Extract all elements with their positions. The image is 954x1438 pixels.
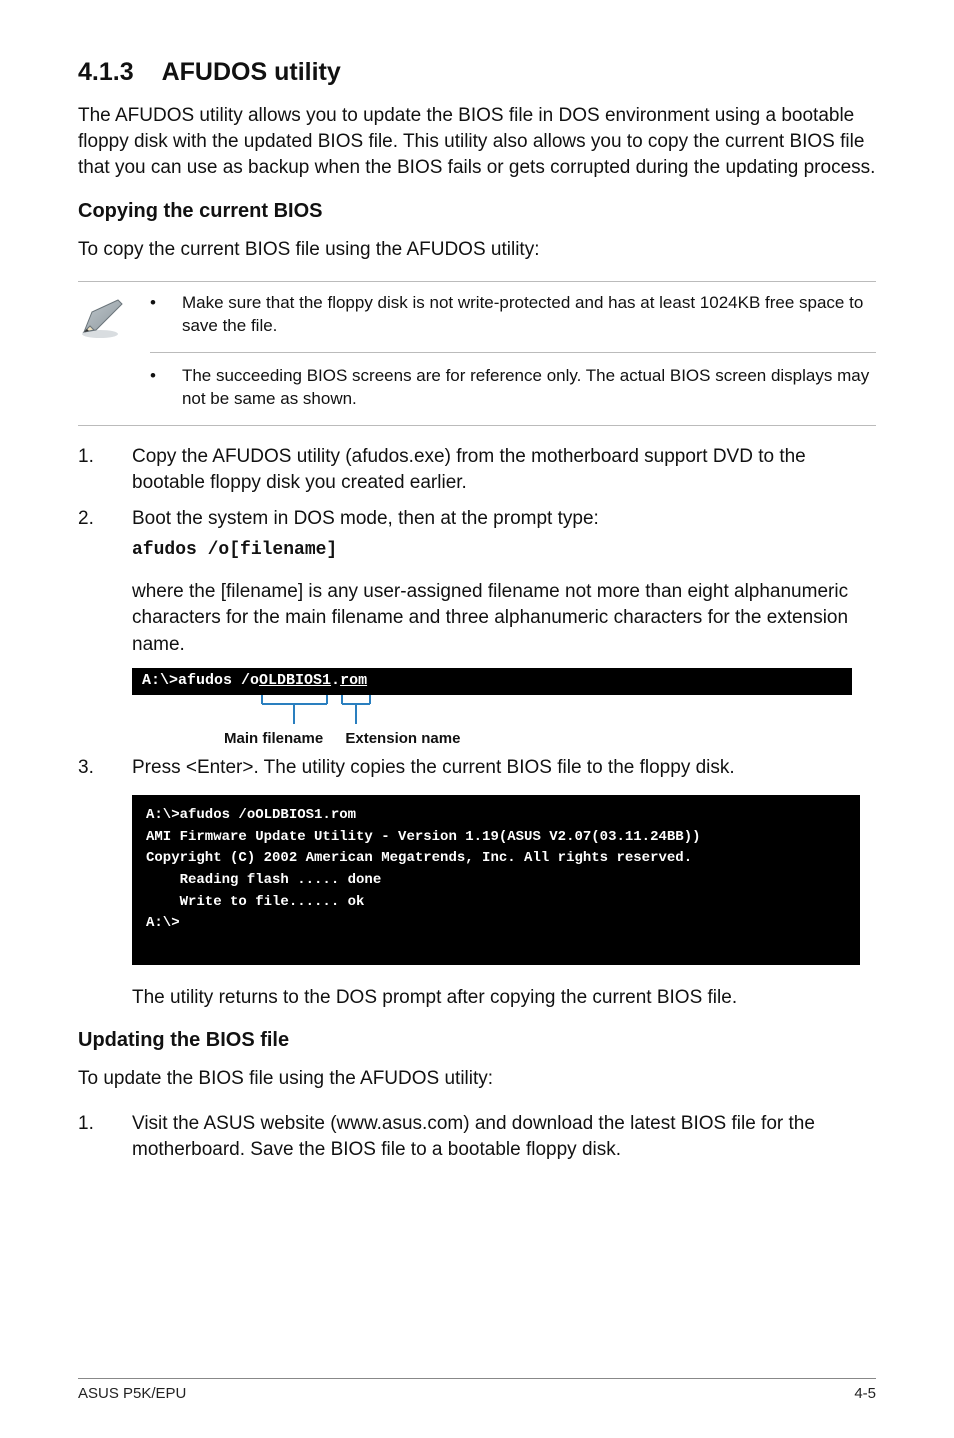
step-text: Visit the ASUS website (www.asus.com) an…	[132, 1111, 876, 1163]
filename-diagram: A:\>afudos /oOLDBIOS1.rom Main filename …	[132, 668, 876, 747]
code-command: afudos /o[filename]	[132, 538, 876, 563]
bullet-icon: •	[150, 292, 156, 338]
step-number: 1.	[78, 1111, 102, 1163]
bullet-icon: •	[150, 365, 156, 411]
diagram-prompt: A:\>afudos /o	[142, 672, 259, 689]
step-text: Copy the AFUDOS utility (afudos.exe) fro…	[132, 444, 876, 496]
section-number: 4.1.3	[78, 58, 134, 87]
update-lead: To update the BIOS file using the AFUDOS…	[78, 1066, 876, 1092]
diagram-ext: rom	[340, 672, 367, 689]
copy-lead: To copy the current BIOS file using the …	[78, 237, 876, 263]
step-3: 3. Press <Enter>. The utility copies the…	[78, 755, 876, 781]
step-number: 2.	[78, 506, 102, 658]
diagram-main: OLDBIOS1	[259, 672, 331, 689]
step-explain: where the [filename] is any user-assigne…	[132, 579, 876, 658]
page-footer: ASUS P5K/EPU 4-5	[78, 1378, 876, 1402]
footer-right: 4-5	[854, 1385, 876, 1402]
note-items: • Make sure that the floppy disk is not …	[150, 292, 876, 411]
section-heading: 4.1.3 AFUDOS utility	[78, 58, 876, 87]
note-block: • Make sure that the floppy disk is not …	[78, 281, 876, 426]
after-terminal-text: The utility returns to the DOS prompt af…	[132, 985, 876, 1011]
section-title: AFUDOS utility	[162, 58, 341, 87]
extension-name-label: Extension name	[345, 730, 460, 747]
update-heading: Updating the BIOS file	[78, 1029, 876, 1052]
note-divider	[150, 352, 876, 353]
note-text: The succeeding BIOS screens are for refe…	[182, 365, 876, 411]
diagram-connectors-icon	[132, 694, 852, 728]
step-text: Boot the system in DOS mode, then at the…	[132, 508, 599, 529]
intro-paragraph: The AFUDOS utility allows you to update …	[78, 103, 876, 182]
note-item: • Make sure that the floppy disk is not …	[150, 292, 876, 338]
step-number: 1.	[78, 444, 102, 496]
page: 4.1.3 AFUDOS utility The AFUDOS utility …	[0, 0, 954, 1438]
diagram-code-bar: A:\>afudos /oOLDBIOS1.rom	[132, 668, 852, 695]
update-step-1: 1. Visit the ASUS website (www.asus.com)…	[78, 1111, 876, 1163]
footer-left: ASUS P5K/EPU	[78, 1385, 186, 1402]
note-item: • The succeeding BIOS screens are for re…	[150, 365, 876, 411]
step-text: Press <Enter>. The utility copies the cu…	[132, 755, 876, 781]
step-number: 3.	[78, 755, 102, 781]
step-1: 1. Copy the AFUDOS utility (afudos.exe) …	[78, 444, 876, 496]
terminal-output: A:\>afudos /oOLDBIOS1.rom AMI Firmware U…	[132, 795, 860, 965]
diagram-dot: .	[331, 672, 340, 689]
main-filename-label: Main filename	[224, 730, 323, 747]
step-2: 2. Boot the system in DOS mode, then at …	[78, 506, 876, 658]
step-content: Boot the system in DOS mode, then at the…	[132, 506, 876, 658]
pencil-note-icon	[78, 292, 126, 347]
copy-heading: Copying the current BIOS	[78, 200, 876, 223]
note-text: Make sure that the floppy disk is not wr…	[182, 292, 876, 338]
diagram-labels: Main filename Extension name	[132, 730, 876, 747]
